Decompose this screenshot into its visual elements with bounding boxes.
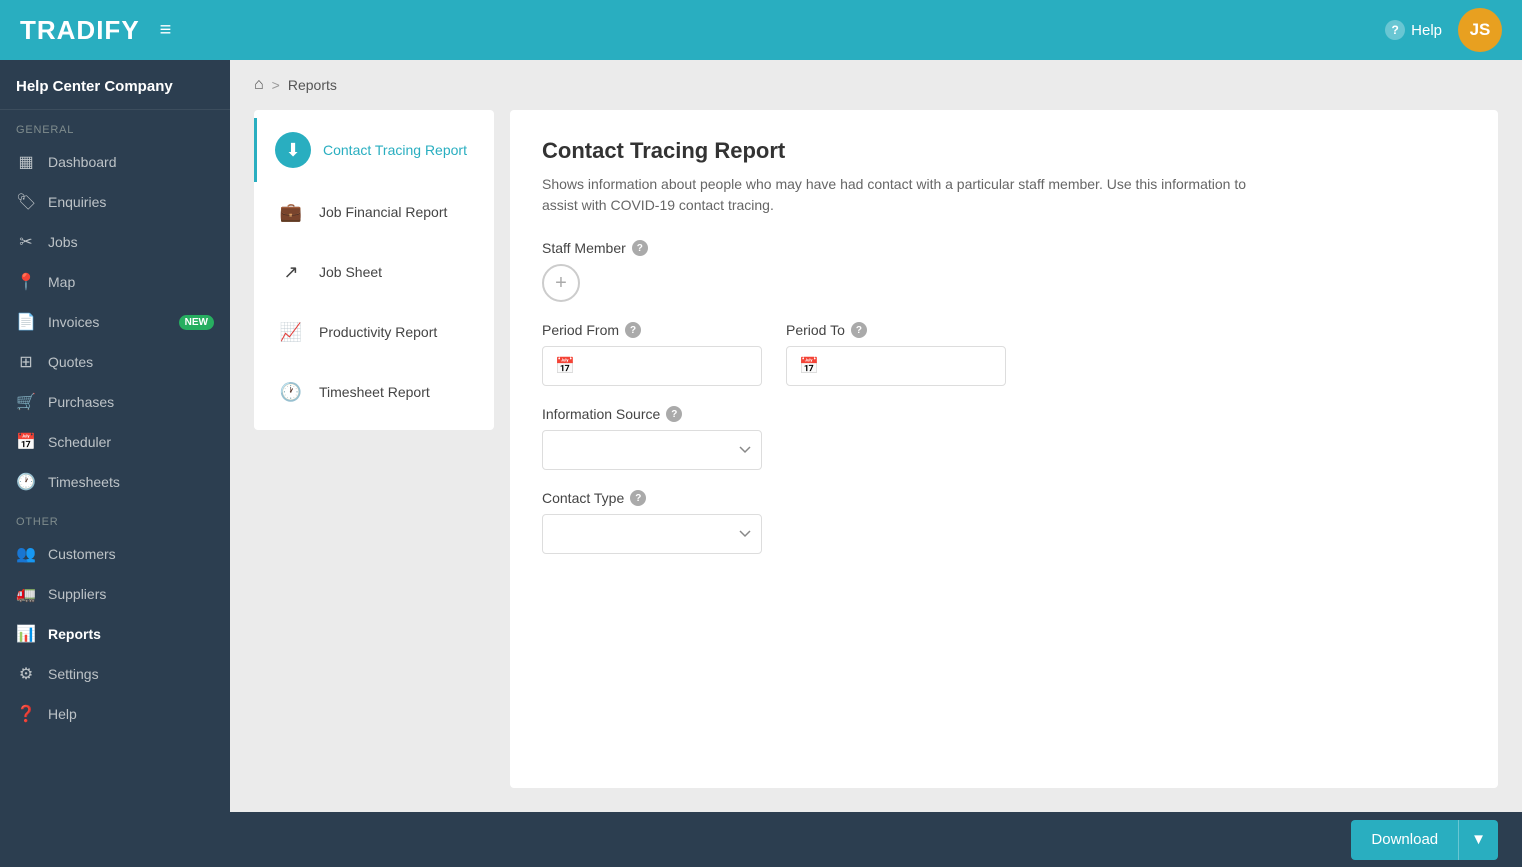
- period-from-info-icon[interactable]: ?: [625, 322, 641, 338]
- calendar-to-icon: 📅: [799, 356, 819, 376]
- information-source-select[interactable]: [542, 430, 762, 470]
- user-avatar[interactable]: JS: [1458, 8, 1502, 52]
- contact-tracing-icon: ⬇: [275, 132, 311, 168]
- bottom-bar: Download ▼: [0, 812, 1522, 867]
- help-icon: ❓: [16, 704, 36, 724]
- hamburger-menu[interactable]: ≡: [160, 19, 172, 42]
- report-item-job-financial[interactable]: 💼 Job Financial Report: [254, 182, 494, 242]
- breadcrumb: ⌂ > Reports: [230, 60, 1522, 110]
- form-title: Contact Tracing Report: [542, 138, 1466, 164]
- sidebar-item-purchases[interactable]: 🛒 Purchases: [0, 382, 230, 422]
- jobs-icon: ✂: [16, 232, 36, 252]
- sidebar-item-help[interactable]: ❓ Help: [0, 694, 230, 734]
- panels: ⬇ Contact Tracing Report 💼 Job Financial…: [230, 110, 1522, 812]
- help-button[interactable]: ? Help: [1385, 20, 1442, 40]
- period-to-field: Period To ? 📅: [786, 322, 1006, 386]
- information-source-info-icon[interactable]: ?: [666, 406, 682, 422]
- dashboard-icon: ▦: [16, 152, 36, 172]
- timesheet-icon: 🕐: [275, 376, 307, 408]
- productivity-icon: 📈: [275, 316, 307, 348]
- period-from-input[interactable]: 📅: [542, 346, 762, 386]
- information-source-field: [542, 430, 762, 470]
- sidebar-item-suppliers[interactable]: 🚛 Suppliers: [0, 574, 230, 614]
- invoices-icon: 📄: [16, 312, 36, 332]
- sidebar-general-label: GENERAL: [0, 110, 230, 142]
- top-navigation: TRADIFY ≡ ? Help JS: [0, 0, 1522, 60]
- sidebar-other-label: OTHER: [0, 502, 230, 534]
- scheduler-icon: 📅: [16, 432, 36, 452]
- enquiries-icon: 🏷: [16, 192, 36, 212]
- breadcrumb-separator: >: [272, 77, 280, 93]
- sidebar-item-reports[interactable]: 📊 Reports: [0, 614, 230, 654]
- sidebar-item-invoices[interactable]: 📄 Invoices NEW: [0, 302, 230, 342]
- report-list-panel: ⬇ Contact Tracing Report 💼 Job Financial…: [254, 110, 494, 430]
- timesheets-icon: 🕐: [16, 472, 36, 492]
- sidebar-item-map[interactable]: 📍 Map: [0, 262, 230, 302]
- report-item-job-sheet[interactable]: ↗ Job Sheet: [254, 242, 494, 302]
- purchases-icon: 🛒: [16, 392, 36, 412]
- sidebar-item-settings[interactable]: ⚙ Settings: [0, 654, 230, 694]
- download-arrow-icon[interactable]: ▼: [1458, 820, 1498, 860]
- sidebar-item-dashboard[interactable]: ▦ Dashboard: [0, 142, 230, 182]
- contact-type-label: Contact Type ?: [542, 490, 1466, 506]
- sidebar: Help Center Company GENERAL ▦ Dashboard …: [0, 60, 230, 812]
- download-button[interactable]: Download ▼: [1351, 820, 1498, 860]
- sidebar-item-jobs[interactable]: ✂ Jobs: [0, 222, 230, 262]
- period-to-input[interactable]: 📅: [786, 346, 1006, 386]
- date-row: Period From ? 📅 Period To ? �: [542, 322, 1466, 386]
- suppliers-icon: 🚛: [16, 584, 36, 604]
- settings-icon: ⚙: [16, 664, 36, 684]
- staff-member-label: Staff Member ?: [542, 240, 1466, 256]
- form-panel: Contact Tracing Report Shows information…: [510, 110, 1498, 788]
- download-label[interactable]: Download: [1351, 831, 1458, 848]
- report-item-contact-tracing[interactable]: ⬇ Contact Tracing Report: [254, 118, 494, 182]
- contact-type-select[interactable]: [542, 514, 762, 554]
- reports-icon: 📊: [16, 624, 36, 644]
- form-description: Shows information about people who may h…: [542, 174, 1262, 216]
- app-logo: TRADIFY: [20, 15, 140, 46]
- sidebar-item-timesheets[interactable]: 🕐 Timesheets: [0, 462, 230, 502]
- new-badge: NEW: [179, 315, 214, 330]
- contact-type-info-icon[interactable]: ?: [630, 490, 646, 506]
- staff-member-info-icon[interactable]: ?: [632, 240, 648, 256]
- sidebar-item-enquiries[interactable]: 🏷 Enquiries: [0, 182, 230, 222]
- customers-icon: 👥: [16, 544, 36, 564]
- job-sheet-icon: ↗: [275, 256, 307, 288]
- contact-type-field: [542, 514, 762, 554]
- information-source-label: Information Source ?: [542, 406, 1466, 422]
- calendar-from-icon: 📅: [555, 356, 575, 376]
- period-to-info-icon[interactable]: ?: [851, 322, 867, 338]
- sidebar-company-name: Help Center Company: [0, 60, 230, 110]
- content-area: ⌂ > Reports ⬇ Contact Tracing Report 💼 J…: [230, 60, 1522, 812]
- job-financial-icon: 💼: [275, 196, 307, 228]
- report-item-timesheet[interactable]: 🕐 Timesheet Report: [254, 362, 494, 422]
- home-icon[interactable]: ⌂: [254, 76, 264, 94]
- sidebar-item-customers[interactable]: 👥 Customers: [0, 534, 230, 574]
- sidebar-item-quotes[interactable]: ⊞ Quotes: [0, 342, 230, 382]
- report-item-productivity[interactable]: 📈 Productivity Report: [254, 302, 494, 362]
- main-layout: Help Center Company GENERAL ▦ Dashboard …: [0, 60, 1522, 812]
- sidebar-item-scheduler[interactable]: 📅 Scheduler: [0, 422, 230, 462]
- breadcrumb-current: Reports: [288, 77, 337, 93]
- nav-right: ? Help JS: [1385, 8, 1502, 52]
- add-staff-button[interactable]: +: [542, 264, 580, 302]
- quotes-icon: ⊞: [16, 352, 36, 372]
- help-circle-icon: ?: [1385, 20, 1405, 40]
- map-icon: 📍: [16, 272, 36, 292]
- period-from-field: Period From ? 📅: [542, 322, 762, 386]
